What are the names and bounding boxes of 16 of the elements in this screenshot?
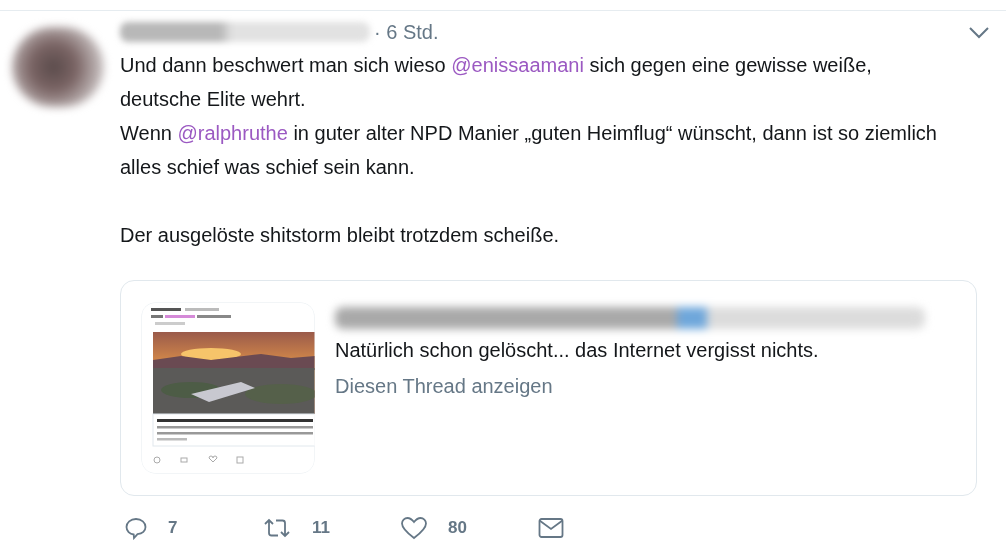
tweet-text: Und dann beschwert man sich wieso @enissaamani sich gegen eine gewisse weiße, deutsche Elite wehrt. Wenn @ralphruthe in guter alter NPD Manier „guten Heimflug“ wünscht, dann ist so ziemlich alles schief was schief sein kann. (120, 53, 938, 180)
mention-link[interactable]: @enissaamani (451, 54, 584, 76)
mention-link[interactable]: @ralphruthe (177, 122, 288, 144)
quoted-tweet-card[interactable]: Natürlich schon gelöscht... das Internet vergisst nichts. Diesen Thread anzeigen (120, 280, 977, 496)
reply-icon[interactable] (124, 516, 148, 540)
chevron-icon[interactable] (968, 25, 990, 39)
retweet-icon[interactable] (262, 516, 292, 540)
tweet-text: Der ausgelöste shitstorm bleibt trotzdem scheiße. (120, 223, 561, 248)
like-count: 80 (448, 518, 467, 538)
heart-icon[interactable] (400, 516, 428, 540)
reply-count: 7 (168, 518, 178, 538)
show-thread-link[interactable]: Diesen Thread anzeigen (335, 375, 553, 398)
envelope-icon[interactable] (538, 517, 564, 539)
tweet-time: · 6 Std. (374, 20, 439, 44)
quoted-tweet-text: Natürlich schon gelöscht... das Internet vergisst nichts. (335, 339, 820, 362)
retweet-count: 11 (312, 518, 330, 538)
